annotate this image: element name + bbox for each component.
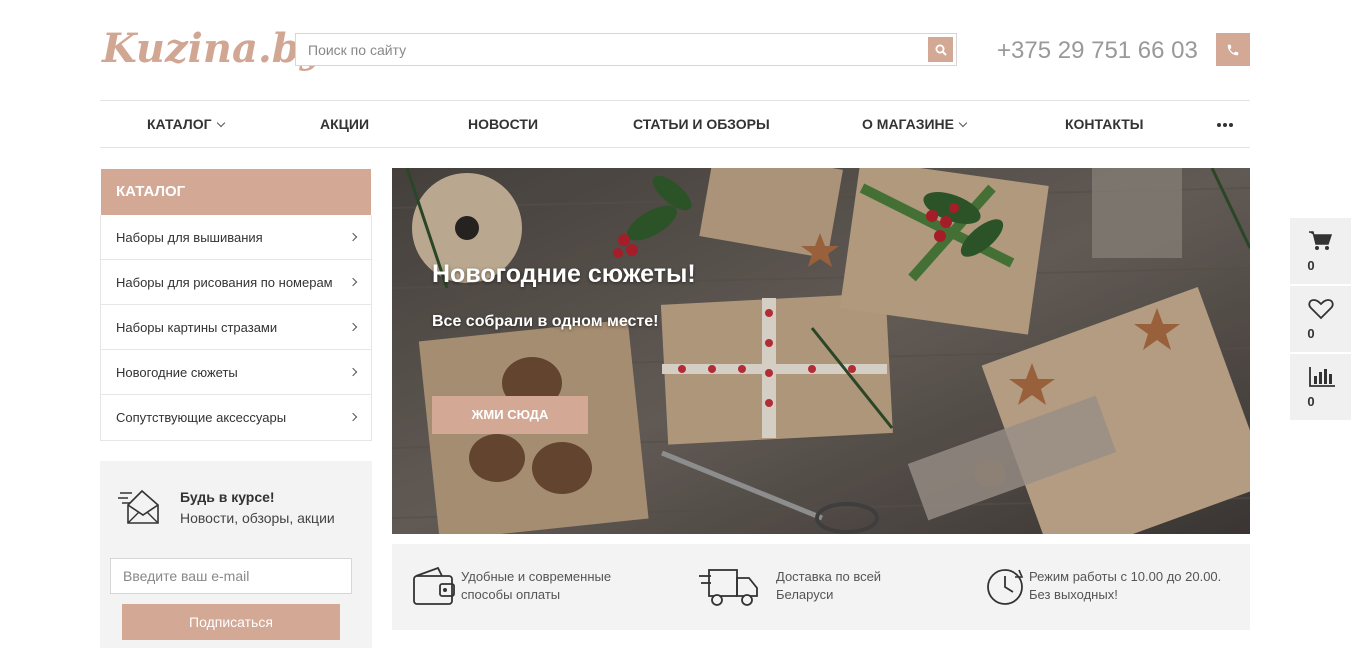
heart-icon [1308,299,1334,320]
compare-button[interactable]: 0 [1290,354,1351,420]
nav-news-label: Новости [468,116,539,132]
subscribe-block: Будь в курсе! Новости, обзоры, акции Под… [100,461,372,648]
search-box [295,33,957,66]
nav-promotions[interactable]: Акции [320,101,369,147]
nav-articles-label: Статьи и обзоры [633,116,770,132]
cart-button[interactable]: 0 [1290,218,1351,284]
subscribe-text: Новости, обзоры, акции [180,510,335,526]
feature-delivery-line2: Беларуси [776,587,834,602]
subscribe-title: Будь в курсе! [180,489,275,505]
nav-about-label: О магазине [862,116,954,132]
phone-number[interactable]: +375 29 751 66 03 [997,36,1198,66]
banner-subtitle: Все собрали в одном месте! [432,313,659,330]
chevron-down-icon [958,118,968,128]
chevron-right-icon [348,367,358,377]
search-button[interactable] [928,37,953,62]
floating-side-panel: 0 0 0 [1290,218,1351,422]
chevron-right-icon [348,232,358,242]
catalog-item-label: Наборы для вышивания [116,230,263,245]
clock-icon [987,569,1024,605]
search-icon [935,44,947,56]
chevron-down-icon [216,118,225,128]
feature-payment: Удобные и современные способы оплаты [412,544,672,630]
chevron-right-icon [348,277,358,287]
cart-icon [1309,231,1332,250]
feature-delivery-line1: Доставка по всей [776,569,882,584]
banner-title: Новогодние сюжеты! [432,260,696,288]
wishlist-count: 0 [1307,326,1315,341]
main-nav: Каталог Акции Новости Статьи и обзоры О … [100,100,1250,148]
catalog-item-embroidery[interactable]: Наборы для вышивания [101,215,371,260]
email-field[interactable] [110,558,352,594]
feature-hours-line2: Без выходных! [1029,587,1118,602]
catalog-item-rhinestones[interactable]: Наборы картины стразами [101,305,371,350]
feature-payment-line2: способы оплаты [461,587,561,602]
compare-count: 0 [1307,394,1315,409]
features-bar: Удобные и современные способы оплаты Дос… [392,544,1250,630]
more-menu-icon[interactable] [1217,123,1233,127]
catalog-title: Каталог [101,169,371,215]
feature-payment-line1: Удобные и современные [461,569,612,584]
catalog-list: Наборы для вышивания Наборы для рисовани… [100,215,372,441]
catalog-item-accessories[interactable]: Сопутствующие аксессуары [101,395,371,440]
banner-cta-button[interactable]: Жми сюда [432,396,588,434]
chevron-right-icon [348,412,358,422]
compare-chart-icon [1309,367,1335,387]
banner-image [392,168,1250,534]
feature-hours-line1: Режим работы с 10.00 до 20.00. [1029,569,1222,584]
nav-catalog[interactable]: Каталог [147,101,225,147]
search-input[interactable] [296,34,916,65]
newsletter-envelope-icon [118,489,159,524]
catalog-item-paint-by-numbers[interactable]: Наборы для рисования по номерам [101,260,371,305]
nav-about[interactable]: О магазине [862,101,968,147]
nav-contacts-label: Контакты [1065,116,1144,132]
feature-hours: Режим работы с 10.00 до 20.00. Без выход… [985,544,1245,630]
hero-banner[interactable]: Новогодние сюжеты! Все собрали в одном м… [392,168,1250,534]
callback-button[interactable] [1216,33,1250,66]
nav-contacts[interactable]: Контакты [1065,101,1143,147]
catalog-item-new-year[interactable]: Новогодние сюжеты [101,350,371,395]
catalog-item-label: Сопутствующие аксессуары [116,410,287,425]
delivery-truck-icon [699,569,758,606]
site-logo[interactable]: Kuzina.by [102,20,323,78]
wallet-icon [413,566,455,605]
phone-icon [1227,44,1239,55]
nav-promotions-label: Акции [320,116,370,132]
catalog-item-label: Наборы картины стразами [116,320,278,335]
subscribe-button[interactable]: Подписаться [122,604,340,640]
feature-delivery: Доставка по всей Беларуси [697,544,957,630]
catalog-item-label: Новогодние сюжеты [116,365,238,380]
nav-news[interactable]: Новости [468,101,538,147]
chevron-right-icon [348,322,358,332]
catalog-item-label: Наборы для рисования по номерам [116,275,333,290]
nav-articles[interactable]: Статьи и обзоры [633,101,770,147]
cart-count: 0 [1307,258,1315,273]
wishlist-button[interactable]: 0 [1290,286,1351,352]
nav-catalog-label: Каталог [147,116,212,132]
